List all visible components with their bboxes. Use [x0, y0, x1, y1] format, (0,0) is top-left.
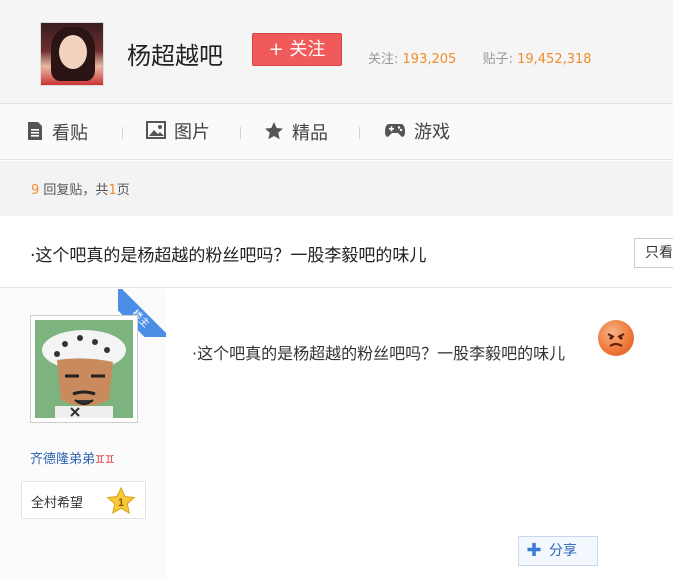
- author-avatar[interactable]: [30, 315, 138, 423]
- tab-featured-label: 精品: [292, 123, 328, 144]
- posts-count: 19,452,318: [517, 52, 592, 67]
- forum-nav: 看贴 图片 精品 游戏: [0, 104, 673, 160]
- tab-games[interactable]: 游戏: [384, 121, 450, 143]
- author-marks: ♊♊: [95, 453, 115, 466]
- reply-label: 回复贴，共: [43, 183, 109, 198]
- author-name-text: 齐德隆弟弟: [30, 452, 96, 467]
- followers-count: 193,205: [402, 52, 457, 67]
- tab-posts[interactable]: 看贴: [26, 121, 88, 144]
- reply-count-text: 9 回复贴，共1页: [31, 179, 130, 198]
- plus-icon: ✚: [526, 540, 542, 561]
- followers-label: 关注:: [368, 52, 399, 67]
- posts-label: 贴子:: [482, 52, 513, 67]
- reply-count: 9: [31, 183, 40, 198]
- tab-games-label: 游戏: [414, 122, 450, 143]
- thread-title: ·这个吧真的是杨超越的粉丝吧吗？一股李毅吧的味儿: [30, 246, 427, 266]
- only-author-button[interactable]: 只看: [634, 238, 673, 268]
- angry-face-icon: [598, 320, 634, 356]
- author-name[interactable]: 齐德隆弟弟♊♊: [30, 448, 115, 467]
- reply-count-bar: 9 回复贴，共1页: [0, 161, 673, 216]
- forum-header: 杨超越吧 + 关注 关注: 193,205 贴子: 19,452,318: [0, 0, 673, 104]
- gamepad-icon: [384, 121, 406, 145]
- tab-images-label: 图片: [174, 122, 210, 143]
- image-icon: [146, 121, 166, 145]
- page-count: 1: [108, 183, 117, 198]
- level-number: 1: [118, 497, 124, 509]
- forum-name[interactable]: 杨超越吧: [127, 36, 223, 71]
- share-label: 分享: [549, 543, 577, 559]
- tab-images[interactable]: 图片: [146, 121, 210, 143]
- level-title: 全村希望: [31, 496, 84, 511]
- star-icon: [264, 121, 284, 147]
- level-badge[interactable]: 全村希望 1: [21, 481, 146, 519]
- document-icon: [26, 121, 44, 147]
- thread-title-bar: ·这个吧真的是杨超越的粉丝吧吗？一股李毅吧的味儿 只看: [0, 216, 673, 288]
- forum-avatar[interactable]: [40, 22, 104, 86]
- tab-featured[interactable]: 精品: [264, 121, 328, 144]
- follow-button[interactable]: + 关注: [252, 33, 342, 66]
- post-content: ·这个吧真的是杨超越的粉丝吧吗？一股李毅吧的味儿: [192, 344, 566, 363]
- forum-stats: 关注: 193,205 贴子: 19,452,318: [368, 48, 592, 67]
- share-button[interactable]: ✚ 分享: [518, 536, 598, 566]
- level-star-icon: 1: [106, 486, 136, 519]
- page-label: 页: [116, 183, 130, 198]
- tab-posts-label: 看贴: [52, 123, 88, 144]
